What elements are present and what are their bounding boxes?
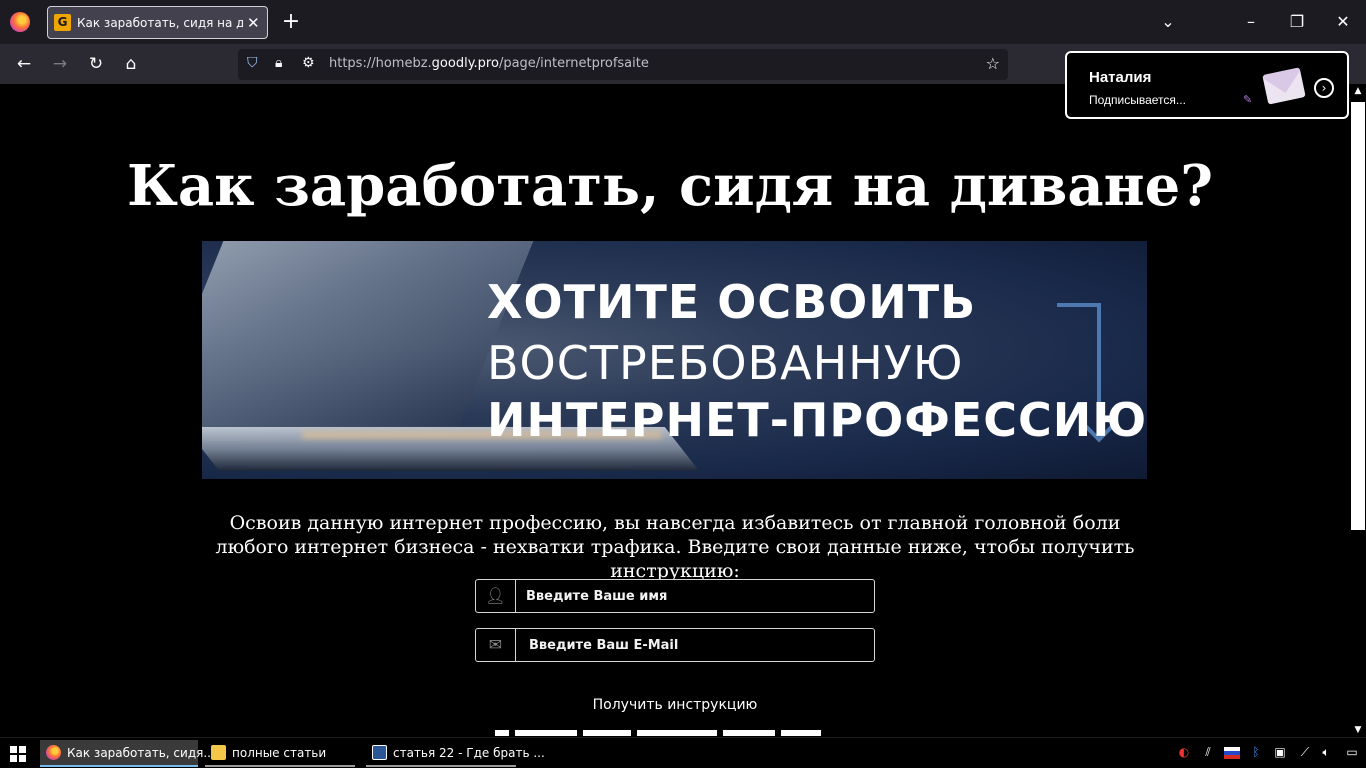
notification-name: Наталия xyxy=(1089,69,1152,86)
envelope-icon: ✉ xyxy=(476,629,516,661)
browser-tab[interactable]: G Как заработать, сидя на диване? ✕ xyxy=(47,6,268,39)
banner-line-1: ХОТИТЕ ОСВОИТЬ xyxy=(487,275,977,329)
name-field[interactable]: 👤︎ xyxy=(475,579,875,613)
tab-bar: G Как заработать, сидя на диване? ✕ + ⌄ … xyxy=(0,0,1366,44)
taskbar-item-folder[interactable]: полные статьи xyxy=(205,740,355,767)
get-instructions-button[interactable]: Получить инструкцию xyxy=(540,694,810,716)
name-input[interactable] xyxy=(526,580,866,612)
site-favicon-icon: G xyxy=(54,14,71,31)
tray-app-icon[interactable]: ◐ xyxy=(1176,743,1192,761)
tracking-shield-icon[interactable]: ⛉ xyxy=(247,55,258,71)
url-text[interactable]: https://homebz.goodly.pro/page/internetp… xyxy=(329,56,649,71)
volume-icon[interactable]: 🔈︎ xyxy=(1318,743,1334,761)
lock-icon[interactable]: 🔒︎ xyxy=(275,55,282,71)
permissions-icon[interactable]: ⚙︎ xyxy=(302,55,315,71)
new-tab-button[interactable]: + xyxy=(280,8,302,36)
banner-line-3: ИНТЕРНЕТ-ПРОФЕССИЮ? xyxy=(487,393,1147,447)
taskbar-item-firefox[interactable]: Как заработать, сидя... xyxy=(40,740,215,767)
firefox-icon xyxy=(46,745,61,760)
tray-monitor-icon[interactable]: ▣ xyxy=(1272,743,1288,761)
tray-signal-icon[interactable]: ⫽ xyxy=(1200,743,1216,761)
subscription-notification[interactable]: Наталия Подписывается... ✎ › xyxy=(1065,51,1349,119)
restore-icon[interactable]: ❐ xyxy=(1282,8,1312,36)
wifi-icon[interactable]: ⟋ xyxy=(1297,743,1313,761)
notifications-icon[interactable]: ▭ xyxy=(1344,743,1360,761)
windows-taskbar: Как заработать, сидя... полные статьи ст… xyxy=(0,737,1366,768)
scroll-down-icon[interactable]: ▼ xyxy=(1352,725,1364,735)
clipped-footer-text xyxy=(495,730,855,737)
page-title: Как заработать, сидя на диване? xyxy=(126,153,1214,219)
scroll-up-icon[interactable]: ▲ xyxy=(1352,86,1364,96)
taskbar-item-word[interactable]: статья 22 - Где брать ... xyxy=(366,740,545,767)
email-input[interactable] xyxy=(529,629,869,661)
tab-title: Как заработать, сидя на диване? xyxy=(77,15,243,30)
banner-line-2: ВОСТРЕБОВАННУЮ xyxy=(487,336,964,390)
firefox-icon[interactable] xyxy=(10,12,30,32)
reload-button[interactable]: ↻ xyxy=(83,52,109,76)
page-scrollbar[interactable]: ▲ ▼ xyxy=(1350,84,1366,737)
arrow-right-circle-icon[interactable]: › xyxy=(1314,78,1334,98)
folder-icon xyxy=(211,745,226,760)
bluetooth-icon[interactable]: ᛒ xyxy=(1248,743,1264,761)
envelope-image-icon xyxy=(1262,67,1306,105)
scrollbar-thumb[interactable] xyxy=(1351,102,1365,530)
notification-status: Подписывается... xyxy=(1089,93,1186,107)
web-page: Как заработать, сидя на диване? ХОТИТЕ О… xyxy=(0,84,1366,737)
close-window-icon[interactable]: ✕ xyxy=(1328,8,1358,36)
back-button[interactable]: ← xyxy=(11,52,37,76)
minimize-icon[interactable]: – xyxy=(1236,8,1266,36)
tab-list-chevron-icon[interactable]: ⌄ xyxy=(1153,8,1183,36)
hero-banner: ХОТИТЕ ОСВОИТЬ ВОСТРЕБОВАННУЮ ИНТЕРНЕТ-П… xyxy=(202,241,1147,479)
home-button[interactable]: ⌂ xyxy=(118,52,144,76)
bookmark-star-icon[interactable]: ☆ xyxy=(986,54,1000,73)
forward-button[interactable]: → xyxy=(47,52,73,76)
address-bar[interactable]: ⛉ 🔒︎ ⚙︎ https://homebz.goodly.pro/page/i… xyxy=(238,49,1008,80)
user-icon: 👤︎ xyxy=(476,580,516,612)
close-tab-icon[interactable]: ✕ xyxy=(247,14,260,32)
windows-start-icon[interactable] xyxy=(10,746,26,762)
language-flag-icon[interactable] xyxy=(1224,747,1240,759)
email-field[interactable]: ✉ xyxy=(475,628,875,662)
word-document-icon xyxy=(372,745,387,760)
description-text: Освоив данную интернет профессию, вы нав… xyxy=(215,512,1135,582)
pencil-icon: ✎ xyxy=(1243,93,1253,106)
